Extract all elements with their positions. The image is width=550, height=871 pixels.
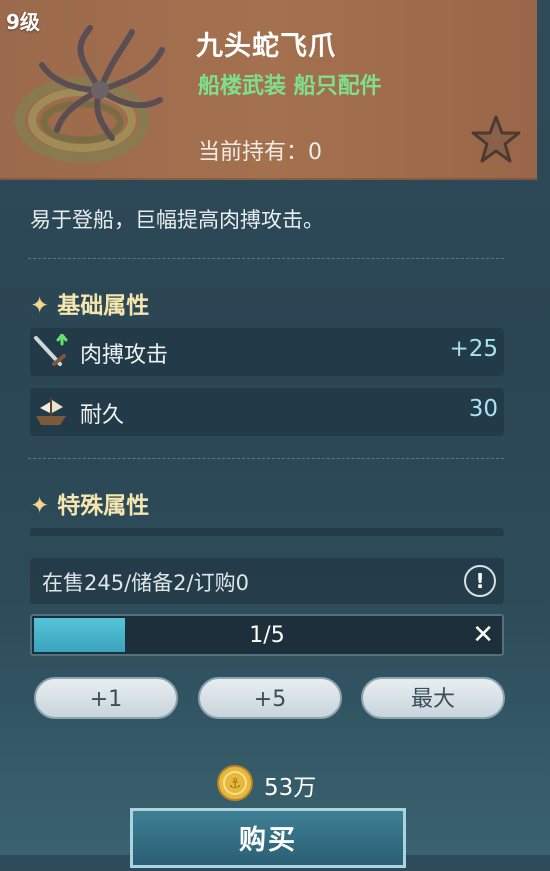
- base-attributes-title: ✦ 基础属性: [30, 286, 149, 320]
- item-name: 九头蛇飞爪: [196, 31, 336, 62]
- plus-five-button[interactable]: +5: [198, 677, 342, 719]
- close-icon[interactable]: ✕: [472, 620, 494, 650]
- stat-value: 30: [468, 396, 498, 422]
- market-info-bar: 在售245/储备2/订购0 !: [30, 558, 504, 604]
- svg-text:⚓: ⚓: [229, 776, 242, 792]
- owned-label: 当前持有：: [198, 140, 309, 165]
- grappling-hook-icon: [15, 25, 165, 163]
- quantity-text: 1/5: [249, 623, 285, 648]
- special-attributes-list: [30, 528, 504, 536]
- special-attributes-label: 特殊属性: [57, 493, 150, 519]
- max-button[interactable]: 最大: [361, 677, 505, 719]
- quantity-bar[interactable]: 1/5 ✕: [30, 614, 504, 656]
- stat-row-durability: 耐久 30: [30, 388, 504, 436]
- price-value: 53万: [264, 775, 317, 801]
- stat-value: +25: [449, 336, 498, 362]
- base-attributes-label: 基础属性: [57, 293, 150, 319]
- divider: [28, 458, 504, 459]
- item-header: 9级 九头蛇飞爪 船楼武装 船只配件 当前持有：0: [0, 0, 537, 180]
- market-info-text: 在售245/储备2/订购0: [42, 571, 249, 595]
- owned-count: 当前持有：0: [198, 134, 322, 166]
- item-description: 易于登船，巨幅提高肉搏攻击。: [30, 208, 324, 232]
- star-icon[interactable]: [470, 114, 522, 166]
- sparkle-icon: ✦: [30, 293, 50, 319]
- exclamation-icon[interactable]: !: [464, 565, 496, 597]
- divider: [28, 258, 504, 259]
- sword-icon: [34, 334, 68, 366]
- stat-name: 耐久: [80, 403, 125, 428]
- stat-row-melee-attack: 肉搏攻击 +25: [30, 328, 504, 376]
- buy-button[interactable]: 购买: [130, 808, 406, 868]
- item-category: 船楼武装 船只配件: [198, 74, 382, 99]
- stat-name: 肉搏攻击: [80, 343, 169, 368]
- ship-icon: [36, 398, 66, 425]
- sparkle-icon: ✦: [30, 493, 50, 519]
- owned-value: 0: [308, 140, 323, 165]
- special-attributes-title: ✦ 特殊属性: [30, 486, 149, 520]
- plus-one-button[interactable]: +1: [34, 677, 178, 719]
- gold-coin-icon: ⚓: [217, 765, 253, 801]
